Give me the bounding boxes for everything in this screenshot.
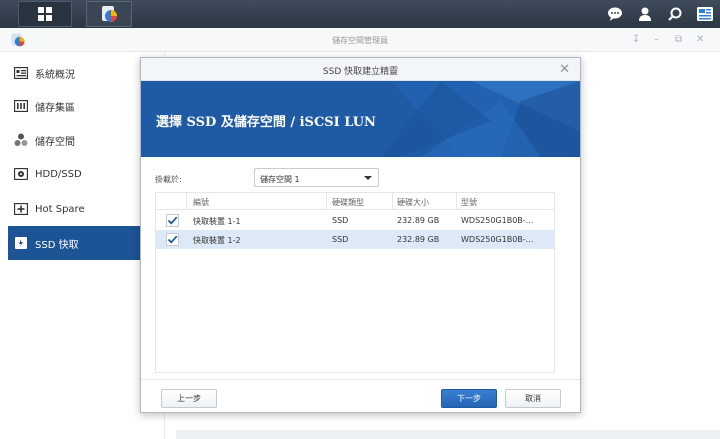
checkbox-checked-icon[interactable]: [166, 233, 179, 246]
search-button[interactable]: [660, 0, 690, 28]
dialog-title: SSD 快取建立精靈: [322, 67, 399, 77]
back-button[interactable]: 上一步: [161, 389, 217, 408]
close-icon[interactable]: ✕: [559, 62, 570, 77]
minimize-icon[interactable]: –: [654, 34, 659, 45]
storage-manager-taskbar-button[interactable]: [86, 1, 132, 27]
main-menu-button[interactable]: [18, 1, 72, 27]
ssd-table: 編號 硬碟類型 硬碟大小 型號 快取裝置 1-1 SSD 232.89 GB W…: [155, 192, 555, 373]
sidebar-item-hdd-ssd[interactable]: HDD/SSD: [8, 159, 140, 189]
column-header-model[interactable]: 型號: [461, 197, 477, 208]
column-header-size[interactable]: 硬碟大小: [397, 197, 429, 208]
restore-icon[interactable]: ⧉: [675, 34, 682, 45]
sidebar-item-volume[interactable]: 儲存空間: [8, 125, 140, 155]
ssd-cache-icon: [14, 236, 28, 250]
cell-model: WDS250G1B0B-...: [461, 235, 534, 244]
grid-icon: [38, 7, 52, 21]
main-content-footer: [176, 430, 720, 439]
column-header-id[interactable]: 編號: [193, 197, 209, 208]
table-row[interactable]: 快取裝置 1-1 SSD 232.89 GB WDS250G1B0B-...: [156, 211, 554, 230]
close-window-icon[interactable]: ✕: [696, 34, 704, 45]
banner-title: 選擇 SSD 及儲存空間 / iSCSI LUN: [156, 115, 376, 130]
cell-size: 232.89 GB: [397, 235, 440, 244]
column-header-type[interactable]: 硬碟類型: [332, 197, 364, 208]
notification-button[interactable]: [600, 0, 630, 28]
sidebar-item-overview[interactable]: 系統概況: [8, 58, 140, 88]
user-button[interactable]: [630, 0, 660, 28]
sidebar-item-label: Hot Spare: [35, 203, 85, 215]
cell-id: 快取裝置 1-1: [193, 217, 241, 226]
dashboard-icon: [697, 7, 713, 21]
sidebar-item-ssd-cache[interactable]: SSD 快取: [8, 226, 140, 260]
sidebar-item-label: 系統概況: [35, 69, 75, 81]
ssd-cache-wizard-dialog: SSD 快取建立精靈 ✕ 選擇 SSD 及儲存空間 / iSCSI LUN 掛載…: [140, 57, 581, 413]
sidebar-item-label: HDD/SSD: [35, 168, 82, 180]
chat-bubble-icon: [608, 7, 622, 21]
sidebar-item-label: 儲存空間: [35, 136, 75, 148]
overview-icon: [14, 66, 28, 80]
cancel-button[interactable]: 取消: [505, 389, 561, 408]
storage-manager-icon: [102, 6, 117, 22]
volume-icon: [14, 133, 28, 147]
mount-select-value: 儲存空間 1: [260, 175, 300, 184]
dialog-footer: 上一步 下一步 取消: [141, 379, 580, 412]
window-title: 儲存空間管理員: [332, 36, 388, 45]
search-icon: [668, 7, 682, 21]
hot-spare-icon: [14, 202, 28, 216]
storage-pool-icon: [14, 99, 28, 113]
checkbox-checked-icon[interactable]: [166, 214, 179, 227]
pin-icon[interactable]: ↧: [632, 34, 640, 45]
sidebar-item-label: SSD 快取: [35, 239, 79, 251]
sidebar-item-label: 儲存集區: [35, 102, 75, 114]
widgets-button[interactable]: [690, 0, 720, 28]
cell-size: 232.89 GB: [397, 216, 440, 225]
sidebar-item-hot-spare[interactable]: Hot Spare: [8, 194, 140, 224]
table-header: 編號 硬碟類型 硬碟大小 型號: [156, 193, 554, 210]
cell-model: WDS250G1B0B-...: [461, 216, 534, 225]
sidebar-item-storage-pool[interactable]: 儲存集區: [8, 91, 140, 121]
cell-type: SSD: [332, 216, 349, 225]
user-icon: [639, 7, 651, 21]
window-title-bar: 儲存空間管理員 ↧ – ⧉ ✕: [0, 28, 720, 52]
mount-select[interactable]: 儲存空間 1: [254, 168, 379, 187]
table-row[interactable]: 快取裝置 1-2 SSD 232.89 GB WDS250G1B0B-...: [156, 230, 554, 249]
cell-type: SSD: [332, 235, 349, 244]
sidebar: 系統概況 儲存集區 儲存空間 HDD/SSD Hot Spare SSD 快取: [0, 52, 148, 439]
dialog-title-bar[interactable]: SSD 快取建立精靈 ✕: [141, 58, 580, 81]
wizard-banner: 選擇 SSD 及儲存空間 / iSCSI LUN: [141, 81, 580, 157]
mount-label: 掛載於:: [155, 175, 182, 184]
hdd-icon: [14, 167, 28, 181]
cell-id: 快取裝置 1-2: [193, 236, 241, 245]
taskbar: [0, 0, 720, 28]
chevron-down-icon: [364, 176, 372, 180]
next-button[interactable]: 下一步: [441, 389, 497, 408]
